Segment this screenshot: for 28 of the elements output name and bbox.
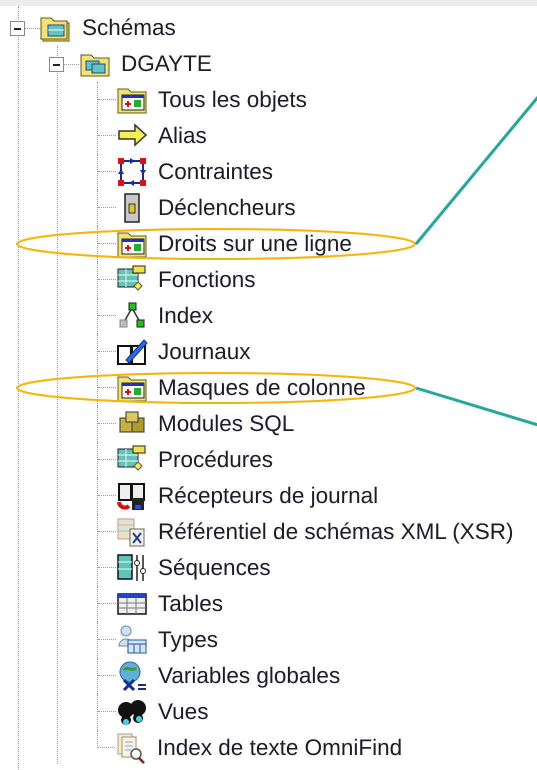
tree-item-label[interactable]: Contraintes	[158, 159, 274, 185]
collapse-toggle[interactable]	[10, 20, 25, 36]
tree-item-label[interactable]: Référentiel de schémas XML (XSR)	[158, 519, 514, 545]
collapse-toggle[interactable]	[49, 56, 64, 72]
tree-item-label[interactable]: Journaux	[158, 339, 251, 365]
tree-item-label[interactable]: Récepteurs de journal	[158, 483, 378, 509]
tree-item-label[interactable]: Tables	[158, 591, 224, 617]
document-search-icon	[115, 732, 147, 764]
tree-item-label[interactable]: Types	[158, 627, 218, 653]
tree-item-label[interactable]: Séquences	[158, 555, 271, 581]
constraint-icon	[116, 156, 148, 188]
tree-item-label[interactable]: Tous les objets	[158, 87, 307, 113]
tree-item-label[interactable]: Variables globales	[158, 663, 340, 689]
tree-item-label[interactable]: Modules SQL	[158, 411, 294, 437]
tree-item-label[interactable]: Schémas	[82, 15, 176, 41]
person-table-icon	[116, 624, 148, 656]
tree-item-label[interactable]: Masques de colonne	[158, 375, 366, 401]
tree-item-label[interactable]: Index de texte OmniFind	[157, 735, 402, 761]
table-slider-icon	[116, 552, 148, 584]
tree-item-label[interactable]: Procédures	[158, 447, 274, 473]
tree-item-label[interactable]: Vues	[158, 699, 208, 725]
tree-item-label[interactable]: Droits sur une ligne	[158, 231, 352, 257]
tree-item-label[interactable]: Index	[158, 303, 214, 329]
tree-item-label[interactable]: Déclencheurs	[158, 195, 296, 221]
book-disk-icon	[116, 480, 148, 512]
tree-item-label[interactable]: Alias	[158, 123, 207, 149]
tree-item-label[interactable]: DGAYTE	[121, 51, 212, 77]
tree-item-label[interactable]: Fonctions	[158, 267, 256, 293]
